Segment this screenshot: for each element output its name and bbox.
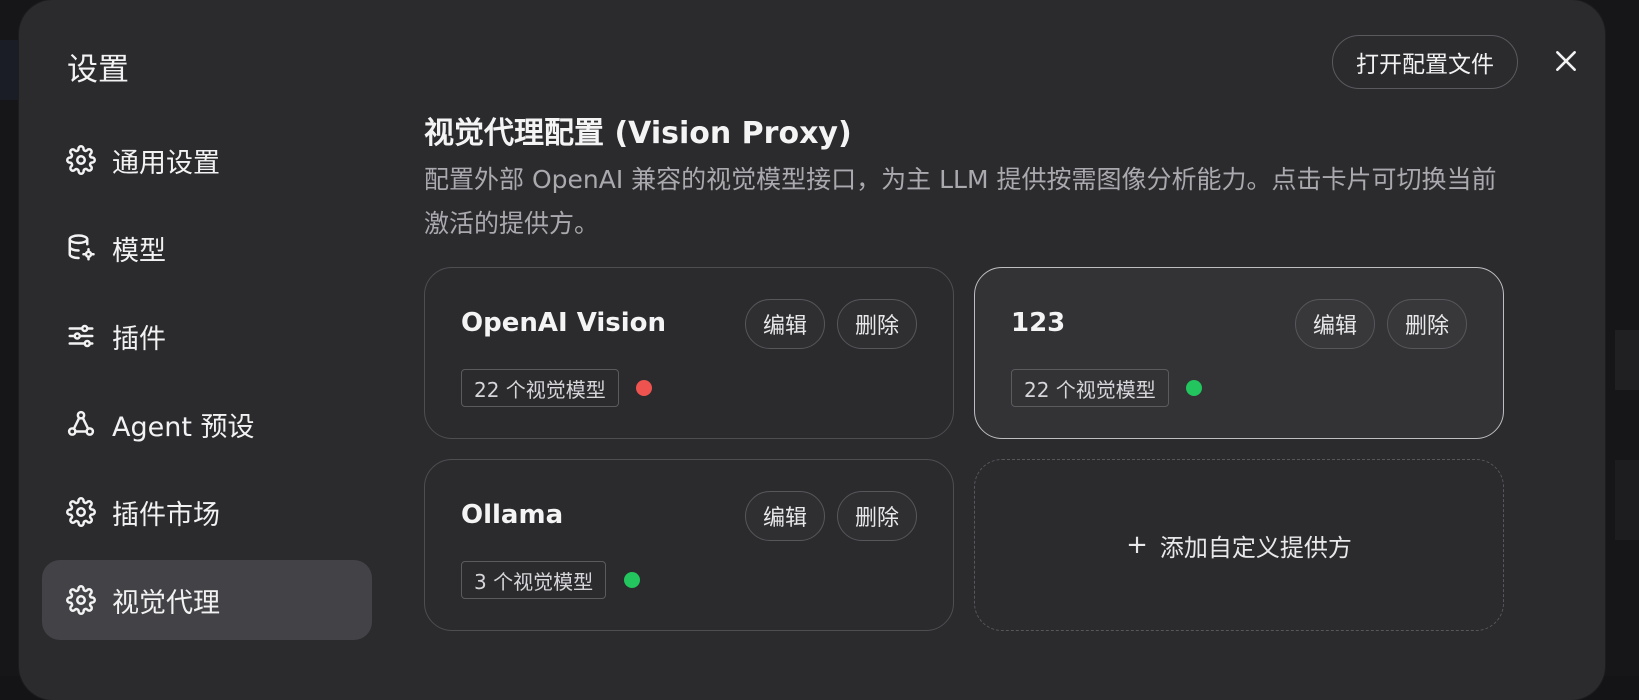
sidebar-item-vision-proxy[interactable]: 视觉代理 xyxy=(42,560,372,640)
gear-icon xyxy=(66,585,96,615)
edit-button[interactable]: 编辑 xyxy=(1295,299,1375,349)
edit-button[interactable]: 编辑 xyxy=(745,299,825,349)
status-dot xyxy=(636,380,652,396)
delete-button[interactable]: 删除 xyxy=(837,491,917,541)
provider-card-openai-vision[interactable]: OpenAI Vision 编辑 删除 22 个视觉模型 xyxy=(424,267,954,439)
sidebar-item-general[interactable]: 通用设置 xyxy=(42,120,372,200)
plus-icon: + xyxy=(1126,530,1148,560)
background-fragment xyxy=(1615,330,1639,390)
close-button[interactable] xyxy=(1549,44,1583,78)
database-gear-icon xyxy=(66,233,96,263)
provider-name: OpenAI Vision xyxy=(461,308,666,338)
gear-icon xyxy=(66,145,96,175)
provider-name: 123 xyxy=(1011,308,1065,338)
add-custom-provider-button[interactable]: + 添加自定义提供方 xyxy=(974,459,1504,631)
sidebar-item-label: 模型 xyxy=(112,229,166,268)
sidebar-item-agent-presets[interactable]: Agent 预设 xyxy=(42,384,372,464)
gear-icon xyxy=(66,497,96,527)
sidebar-item-label: 插件 xyxy=(112,317,166,356)
sidebar-item-label: 通用设置 xyxy=(112,141,220,180)
models-count-badge: 3 个视觉模型 xyxy=(461,561,606,599)
edit-button[interactable]: 编辑 xyxy=(745,491,825,541)
sidebar-item-plugins[interactable]: 插件 xyxy=(42,296,372,376)
dialog-title: 设置 xyxy=(67,44,129,89)
status-dot xyxy=(1186,380,1202,396)
section-description: 配置外部 OpenAI 兼容的视觉模型接口，为主 LLM 提供按需图像分析能力。… xyxy=(424,158,1514,246)
sidebar-item-label: 视觉代理 xyxy=(112,581,220,620)
section-title: 视觉代理配置 (Vision Proxy) xyxy=(424,108,852,152)
sliders-icon xyxy=(66,321,96,351)
status-dot xyxy=(624,572,640,588)
provider-name: Ollama xyxy=(461,500,563,530)
share-nodes-icon xyxy=(66,409,96,439)
sidebar-item-label: Agent 预设 xyxy=(112,405,255,444)
background-fragment xyxy=(1615,460,1639,540)
provider-card-123[interactable]: 123 编辑 删除 22 个视觉模型 xyxy=(974,267,1504,439)
provider-card-ollama[interactable]: Ollama 编辑 删除 3 个视觉模型 xyxy=(424,459,954,631)
models-count-badge: 22 个视觉模型 xyxy=(1011,369,1169,407)
add-provider-label: 添加自定义提供方 xyxy=(1160,528,1352,563)
open-config-file-button[interactable]: 打开配置文件 xyxy=(1332,35,1518,89)
delete-button[interactable]: 删除 xyxy=(837,299,917,349)
sidebar: 通用设置 模型 插件 Agent 预设 插件市场 xyxy=(42,120,372,648)
sidebar-item-plugin-market[interactable]: 插件市场 xyxy=(42,472,372,552)
models-count-badge: 22 个视觉模型 xyxy=(461,369,619,407)
sidebar-item-models[interactable]: 模型 xyxy=(42,208,372,288)
delete-button[interactable]: 删除 xyxy=(1387,299,1467,349)
background-fragment xyxy=(0,40,18,100)
close-icon xyxy=(1553,48,1579,74)
sidebar-item-label: 插件市场 xyxy=(112,493,220,532)
